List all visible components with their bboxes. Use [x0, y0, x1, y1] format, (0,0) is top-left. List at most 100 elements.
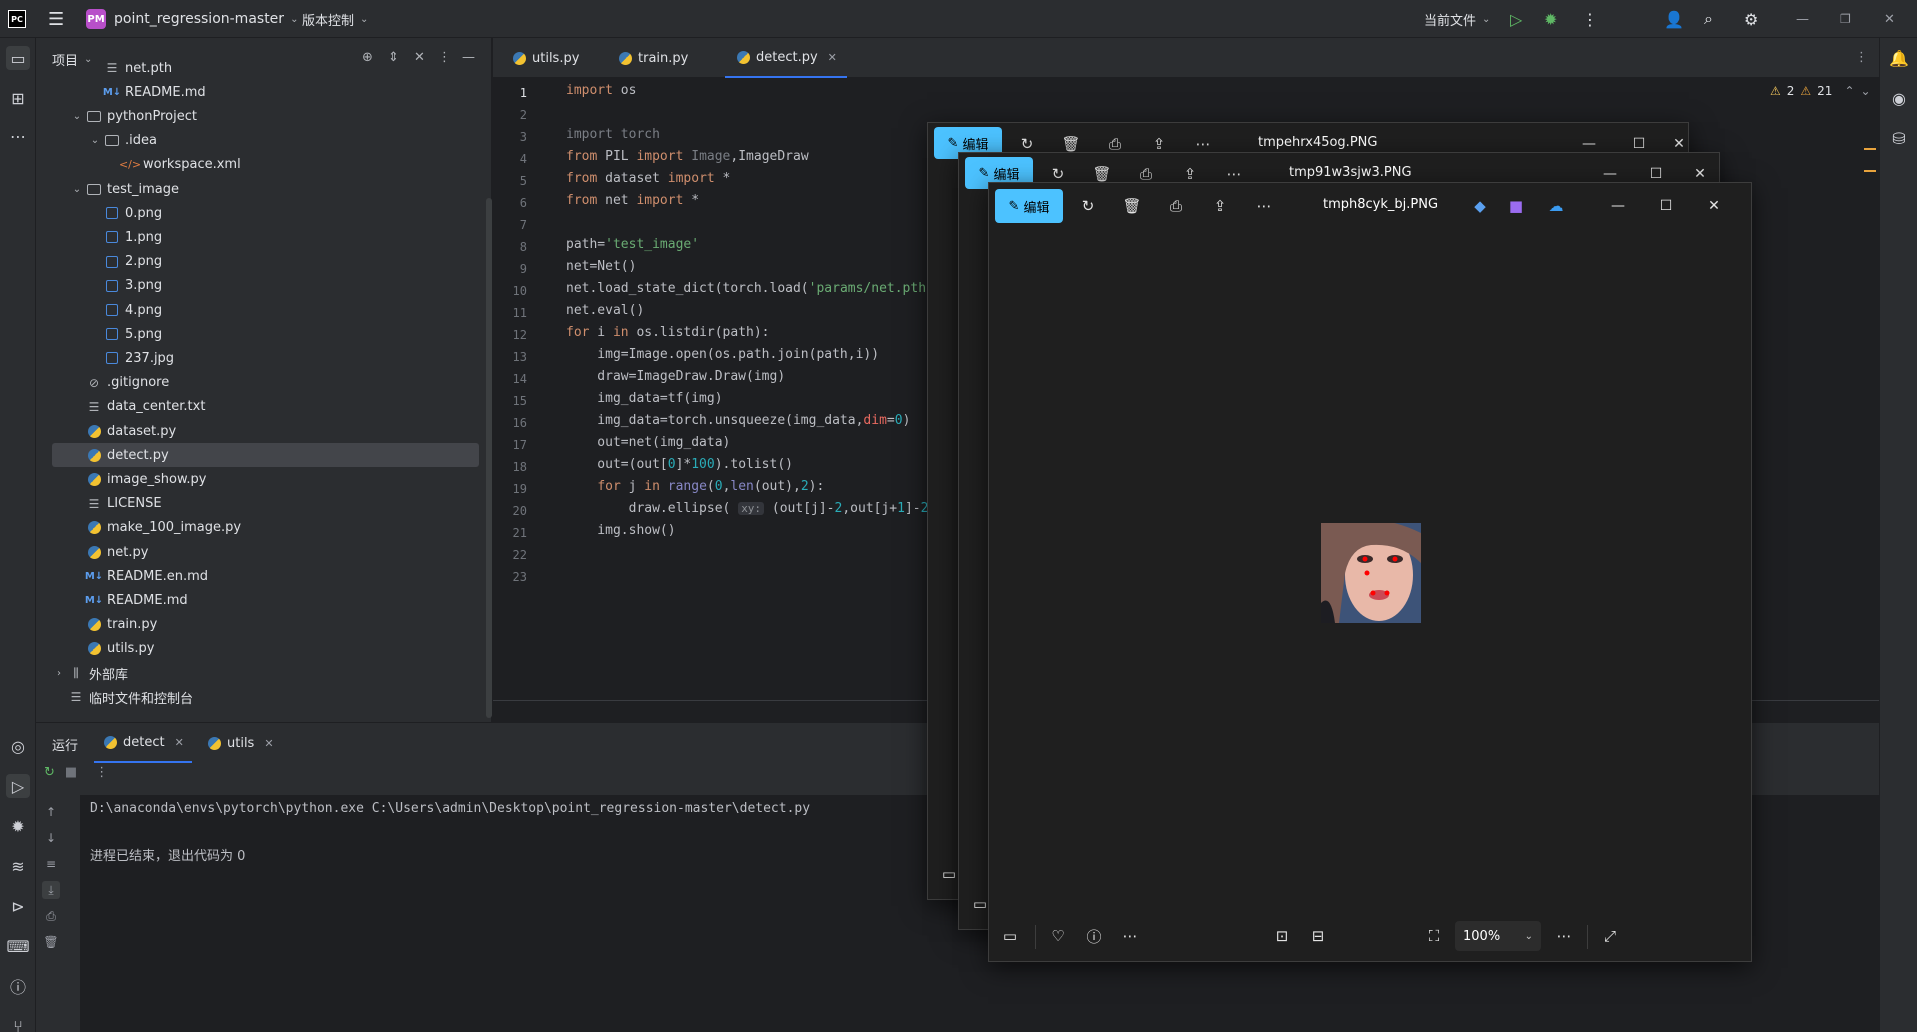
- ai-assistant-button[interactable]: ◉: [1887, 86, 1911, 110]
- code-line-15[interactable]: img_data=tf(img): [566, 391, 722, 406]
- code-line-6[interactable]: from net import *: [566, 193, 699, 208]
- more-tools-button[interactable]: ⋯: [6, 124, 30, 148]
- terminal-button[interactable]: ⌨: [6, 934, 30, 958]
- tree-item[interactable]: net.py: [52, 540, 479, 564]
- stop-icon[interactable]: ■: [65, 765, 77, 780]
- tree-item[interactable]: 0.png: [52, 201, 479, 225]
- tree-item[interactable]: </> workspace.xml: [52, 153, 479, 177]
- heart-icon[interactable]: ♡: [1047, 925, 1069, 947]
- python-packages-button[interactable]: ≋: [6, 854, 30, 878]
- line-number[interactable]: 14: [493, 372, 527, 386]
- print-icon[interactable]: ⎙: [42, 907, 60, 925]
- soft-wrap-icon[interactable]: ≡: [42, 855, 60, 873]
- run-tool-button[interactable]: ▷: [6, 774, 30, 798]
- filmstrip-icon[interactable]: ▭: [999, 925, 1021, 947]
- tree-item[interactable]: 5.png: [52, 322, 479, 346]
- more-vertical-icon[interactable]: ⋮: [1855, 50, 1868, 65]
- tree-item[interactable]: ☰ net.pth: [52, 56, 479, 80]
- code-line-18[interactable]: out=(out[0]*100).tolist(): [566, 457, 793, 472]
- minimize-icon[interactable]: —: [1607, 195, 1629, 217]
- tree-item[interactable]: ⊘ .gitignore: [52, 371, 479, 395]
- scroll-to-end-icon[interactable]: ⤓: [42, 881, 60, 899]
- run-tab-utils[interactable]: utils ✕: [206, 723, 274, 763]
- tree-item[interactable]: train.py: [52, 613, 479, 637]
- text-scan-icon[interactable]: ⊟: [1307, 925, 1329, 947]
- line-number[interactable]: 5: [493, 174, 527, 188]
- onedrive-icon[interactable]: ☁: [1545, 195, 1567, 217]
- line-number[interactable]: 21: [493, 526, 527, 540]
- run-tab-detect[interactable]: detect ✕: [94, 723, 192, 763]
- debug-button[interactable]: ✹: [1544, 0, 1557, 38]
- designer-icon[interactable]: ◆: [1469, 195, 1491, 217]
- tree-item[interactable]: 4.png: [52, 298, 479, 322]
- info-icon[interactable]: ⓘ: [1083, 925, 1105, 947]
- chevron-up-icon[interactable]: ⌃: [1844, 84, 1854, 98]
- line-number[interactable]: 17: [493, 438, 527, 452]
- photo-viewer-window-3[interactable]: ✎ 编辑 ↻ 🗑 ⎙ ⇪ ⋯ tmph8cyk_bj.PNG ◆ ■ ☁ — ☐…: [988, 182, 1752, 962]
- tree-item[interactable]: ☰ LICENSE: [52, 492, 479, 516]
- rotate-icon[interactable]: ↻: [1077, 195, 1099, 217]
- python-console-button[interactable]: ◎: [6, 734, 30, 758]
- tree-item[interactable]: ⌄ .idea: [52, 129, 479, 153]
- clipchamp-icon[interactable]: ■: [1505, 195, 1527, 217]
- tree-item[interactable]: 1.png: [52, 225, 479, 249]
- git-button[interactable]: ⑂: [6, 1014, 30, 1032]
- code-line-21[interactable]: img.show(): [566, 523, 675, 538]
- tab-detect[interactable]: detect.py ✕: [725, 38, 847, 78]
- more-horizontal-icon[interactable]: ⋯: [1553, 925, 1575, 947]
- code-line-12[interactable]: for i in os.listdir(path):: [566, 325, 770, 340]
- rerun-icon[interactable]: ↻: [44, 765, 55, 780]
- code-line-4[interactable]: from PIL import Image,ImageDraw: [566, 149, 809, 164]
- line-number[interactable]: 8: [493, 240, 527, 254]
- line-number[interactable]: 12: [493, 328, 527, 342]
- code-line-19[interactable]: for j in range(0,len(out),2):: [566, 479, 824, 494]
- more-vertical-icon[interactable]: ⋮: [95, 765, 108, 780]
- more-actions-button[interactable]: ⋮: [1582, 0, 1598, 38]
- tree-item[interactable]: ☰ 临时文件和控制台: [52, 685, 479, 709]
- tree-item[interactable]: dataset.py: [52, 419, 479, 443]
- tree-item[interactable]: M↓ README.md: [52, 80, 479, 104]
- line-number[interactable]: 1: [493, 86, 527, 100]
- fullscreen-icon[interactable]: ⤢: [1599, 925, 1621, 947]
- code-line-5[interactable]: from dataset import *: [566, 171, 730, 186]
- tab-utils[interactable]: utils.py: [511, 38, 579, 78]
- code-line-10[interactable]: net.load_state_dict(torch.load('params/n…: [566, 281, 926, 296]
- tab-train[interactable]: train.py: [617, 38, 688, 78]
- line-number[interactable]: 19: [493, 482, 527, 496]
- tree-item[interactable]: 237.jpg: [52, 346, 479, 370]
- print-icon[interactable]: ⎙: [1165, 195, 1187, 217]
- tree-item[interactable]: image_show.py: [52, 467, 479, 491]
- line-number[interactable]: 15: [493, 394, 527, 408]
- tree-item[interactable]: 2.png: [52, 250, 479, 274]
- trash-icon[interactable]: 🗑: [42, 933, 60, 951]
- warning-marker[interactable]: [1864, 148, 1876, 150]
- chevron-right-icon[interactable]: ›: [52, 668, 66, 679]
- warning-marker[interactable]: [1864, 170, 1876, 172]
- tree-item[interactable]: utils.py: [52, 637, 479, 661]
- line-number[interactable]: 3: [493, 130, 527, 144]
- line-number[interactable]: 9: [493, 262, 527, 276]
- tree-item[interactable]: ⌄ pythonProject: [52, 104, 479, 128]
- close-tab-icon[interactable]: ✕: [175, 736, 184, 749]
- vcs-menu[interactable]: 版本控制 ⌄: [302, 0, 368, 38]
- settings-button[interactable]: ⚙: [1744, 0, 1758, 38]
- tree-scrollbar[interactable]: [486, 198, 492, 718]
- tree-item[interactable]: make_100_image.py: [52, 516, 479, 540]
- line-number[interactable]: 22: [493, 548, 527, 562]
- database-button[interactable]: ⛁: [1887, 126, 1911, 150]
- code-line-3[interactable]: import torch: [566, 127, 660, 142]
- code-line-1[interactable]: import os: [566, 83, 636, 98]
- main-menu-icon[interactable]: ☰: [48, 0, 64, 38]
- line-number[interactable]: 16: [493, 416, 527, 430]
- notifications-button[interactable]: 🔔: [1887, 46, 1911, 70]
- close-tab-icon[interactable]: ✕: [828, 51, 837, 64]
- code-line-8[interactable]: path='test_image': [566, 237, 699, 252]
- trash-icon[interactable]: 🗑: [1121, 195, 1143, 217]
- problems-button[interactable]: ⓘ: [6, 974, 30, 998]
- search-button[interactable]: ⌕: [1704, 0, 1713, 38]
- run-config-selector[interactable]: 当前文件 ⌄: [1424, 0, 1490, 38]
- code-line-9[interactable]: net=Net(): [566, 259, 636, 274]
- more-horizontal-icon[interactable]: ⋯: [1253, 195, 1275, 217]
- close-icon[interactable]: ✕: [1703, 195, 1725, 217]
- minimize-window-button[interactable]: —: [1796, 0, 1809, 38]
